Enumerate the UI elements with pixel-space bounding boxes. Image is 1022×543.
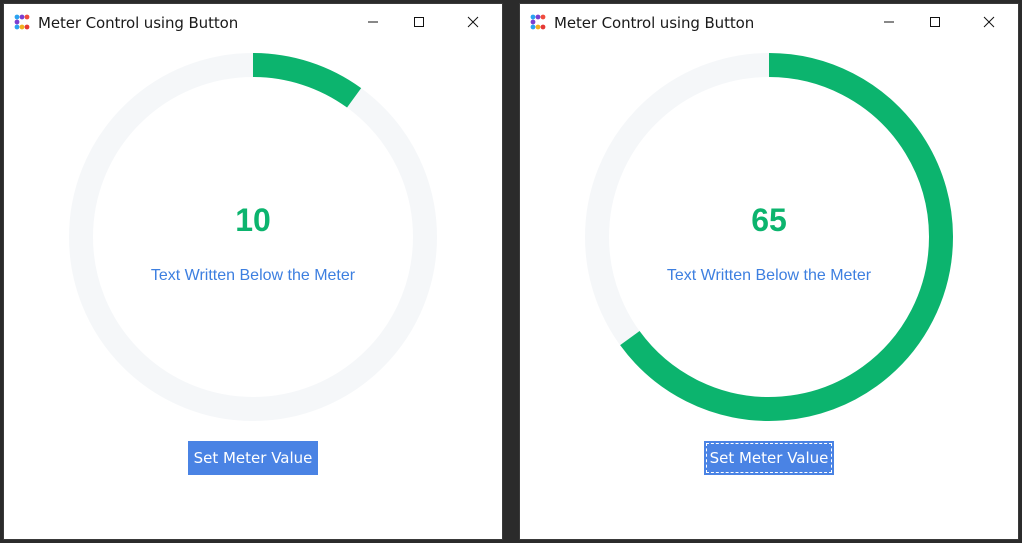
title-bar[interactable]: Meter Control using Button — [4, 4, 502, 40]
meter-window-2: Meter Control using Button 65 Text Writt… — [519, 3, 1019, 540]
meter-progress-arc — [252, 53, 362, 108]
set-meter-value-button[interactable]: Set Meter Value — [188, 441, 318, 475]
maximize-icon — [930, 17, 940, 27]
minimize-button[interactable] — [866, 4, 912, 40]
window-title: Meter Control using Button — [38, 14, 239, 32]
maximize-button[interactable] — [396, 4, 442, 40]
meter-subtext: Text Written Below the Meter — [666, 267, 872, 284]
minimize-button[interactable] — [350, 4, 396, 40]
set-meter-value-button[interactable]: Set Meter Value — [704, 441, 834, 475]
minimize-icon — [368, 21, 378, 23]
maximize-button[interactable] — [912, 4, 958, 40]
meter-window-1: Meter Control using Button 10 Text Writt… — [3, 3, 503, 540]
meter-value: 65 — [751, 202, 787, 238]
maximize-icon — [414, 17, 424, 27]
window-title: Meter Control using Button — [554, 14, 755, 32]
app-dots-icon — [530, 14, 546, 30]
close-button[interactable] — [966, 4, 1012, 40]
meter-subtext: Text Written Below the Meter — [150, 267, 356, 284]
close-button[interactable] — [450, 4, 496, 40]
close-icon — [467, 16, 479, 28]
title-bar[interactable]: Meter Control using Button — [520, 4, 1018, 40]
minimize-icon — [884, 21, 894, 23]
desktop: Meter Control using Button 10 Text Writt… — [0, 0, 1022, 543]
app-dots-icon — [14, 14, 30, 30]
close-icon — [983, 16, 995, 28]
meter-value: 10 — [235, 202, 271, 238]
